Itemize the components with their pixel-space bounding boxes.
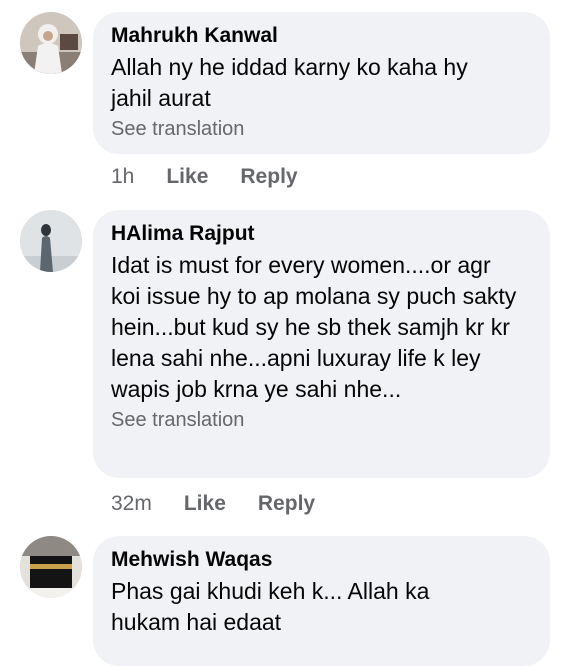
comment-timestamp[interactable]: 32m xyxy=(111,491,152,517)
comment-text: Phas gai khudi keh k... Allah ka hukam h… xyxy=(111,578,430,635)
reply-button[interactable]: Reply xyxy=(258,491,315,517)
avatar[interactable] xyxy=(20,536,82,598)
like-button[interactable]: Like xyxy=(166,164,208,190)
comment-text: Allah ny he iddad karny ko kaha hy jahil… xyxy=(111,54,468,111)
comment-actions: 1h Like Reply xyxy=(111,164,330,190)
comment-bubble: HAlima Rajput Idat is must for every wom… xyxy=(93,210,550,478)
avatar[interactable] xyxy=(20,12,82,74)
comment-author[interactable]: Mahrukh Kanwal xyxy=(111,22,532,50)
comment-actions: 32m Like Reply xyxy=(111,491,347,517)
profile-photo-icon xyxy=(20,536,82,598)
comment-author[interactable]: Mehwish Waqas xyxy=(111,546,532,574)
comment-bubble: Mahrukh Kanwal Allah ny he iddad karny k… xyxy=(93,12,550,154)
see-translation-link[interactable]: See translation xyxy=(111,407,532,433)
avatar[interactable] xyxy=(20,210,82,272)
profile-photo-icon xyxy=(20,12,82,74)
reply-button[interactable]: Reply xyxy=(240,164,297,190)
comment-text: Idat is must for every women....or agr k… xyxy=(111,252,517,402)
profile-photo-icon xyxy=(20,210,82,272)
comment-author[interactable]: HAlima Rajput xyxy=(111,220,532,248)
see-translation-link[interactable]: See translation xyxy=(111,116,532,142)
like-button[interactable]: Like xyxy=(184,491,226,517)
comment-timestamp[interactable]: 1h xyxy=(111,164,134,190)
